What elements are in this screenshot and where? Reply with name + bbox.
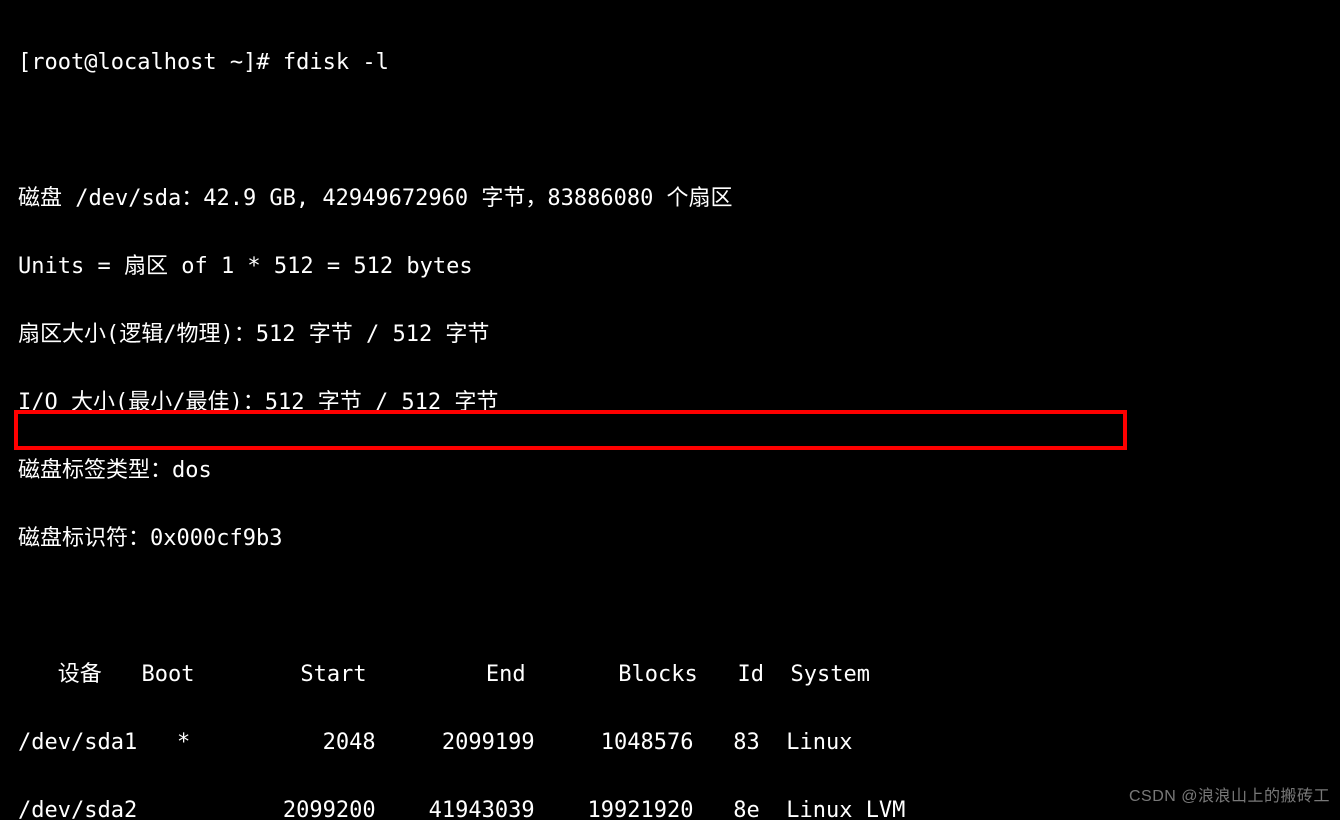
disk-sda-identifier: 磁盘标识符：0x000cf9b3 — [18, 522, 1322, 556]
disk-sda-io-size: I/O 大小(最小/最佳)：512 字节 / 512 字节 — [18, 386, 1322, 420]
terminal-output[interactable]: [root@localhost ~]# fdisk -l 磁盘 /dev/sda… — [0, 0, 1340, 820]
disk-sda-sector-size: 扇区大小(逻辑/物理)：512 字节 / 512 字节 — [18, 318, 1322, 352]
disk-sda-units: Units = 扇区 of 1 * 512 = 512 bytes — [18, 250, 1322, 284]
blank-line — [18, 590, 1322, 624]
partition-row: /dev/sda2 2099200 41943039 19921920 8e L… — [18, 794, 1322, 820]
prompt-prefix: [root@localhost ~]# — [18, 50, 283, 75]
blank-line — [18, 114, 1322, 148]
partition-row: /dev/sda1 * 2048 2099199 1048576 83 Linu… — [18, 726, 1322, 760]
disk-sda-label-type: 磁盘标签类型：dos — [18, 454, 1322, 488]
disk-sda-header: 磁盘 /dev/sda：42.9 GB, 42949672960 字节，8388… — [18, 182, 1322, 216]
prompt-line: [root@localhost ~]# fdisk -l — [18, 46, 1322, 80]
watermark-text: CSDN @浪浪山上的搬砖工 — [1129, 780, 1330, 814]
partition-table-header: 设备 Boot Start End Blocks Id System — [18, 658, 1322, 692]
command-text: fdisk -l — [283, 50, 389, 75]
